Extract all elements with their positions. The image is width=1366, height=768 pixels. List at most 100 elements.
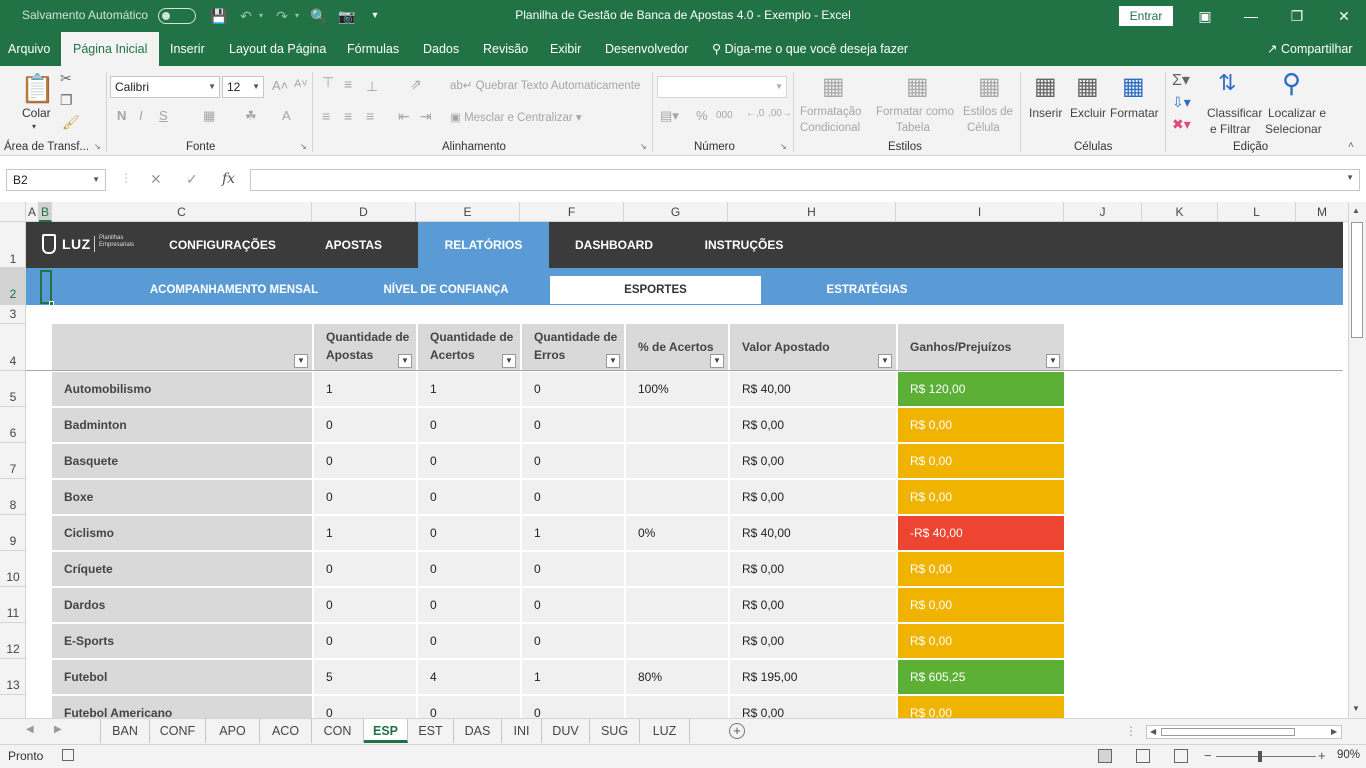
borders-icon[interactable]: ▦ [203,108,215,124]
sheet-tab[interactable]: ACO [260,719,312,743]
ribbon-display-icon[interactable]: ▣ [1195,6,1215,26]
font-size-select[interactable]: 12 ▼ [222,76,264,98]
underline-icon[interactable]: S [159,108,168,123]
format-table-icon[interactable]: ▦ [906,72,929,101]
sheet-tab[interactable]: CONF [150,719,206,743]
hits-cell[interactable]: 0 [418,696,520,718]
shrink-font-icon[interactable]: A˅ [294,78,308,90]
errors-cell[interactable]: 0 [522,480,624,514]
row-header[interactable]: 1 [0,222,26,268]
zoom-slider-knob[interactable] [1258,751,1262,762]
tab-splitter-icon[interactable]: ⋮ [1125,724,1137,738]
tab-arquivo[interactable]: Arquivo [0,32,58,66]
bets-cell[interactable]: 1 [314,516,416,550]
pct-cell[interactable] [626,552,728,586]
decrease-decimal-icon[interactable]: ,00→ [768,108,792,119]
horizontal-scroll-thumb[interactable] [1161,728,1295,736]
conditional-format-icon[interactable]: ▦ [822,72,845,101]
gain-cell[interactable]: R$ 0,00 [898,408,1064,442]
amount-cell[interactable]: R$ 40,00 [730,372,896,406]
tab-inserir[interactable]: Inserir [162,32,213,66]
scroll-down-icon[interactable]: ▼ [1352,704,1360,713]
errors-cell[interactable]: 0 [522,408,624,442]
pct-cell[interactable] [626,696,728,718]
confirm-entry-icon[interactable]: ✓ [186,171,198,188]
align-top-icon[interactable]: ⊤ [322,74,334,91]
minimize-icon[interactable]: — [1241,6,1261,26]
amount-cell[interactable]: R$ 0,00 [730,588,896,622]
number-launcher-icon[interactable]: ↘ [780,142,787,151]
percent-button[interactable]: % [696,108,708,123]
insert-cells-icon[interactable]: ▦ [1034,72,1057,101]
tab-layout[interactable]: Layout da Página [221,32,334,66]
errors-cell[interactable]: 0 [522,372,624,406]
number-format-select[interactable]: ▼ [657,76,787,98]
pct-cell[interactable] [626,588,728,622]
bets-cell[interactable]: 5 [314,660,416,694]
insert-function-button[interactable]: fx [222,171,235,187]
zoom-slider[interactable] [1216,756,1316,757]
add-sheet-icon[interactable]: + [729,723,745,739]
hits-cell[interactable]: 0 [418,444,520,478]
horizontal-scrollbar[interactable]: ◀ ▶ [1146,725,1342,739]
align-middle-icon[interactable]: ≡ [344,76,352,92]
find-select-icon[interactable]: ⚲ [1282,68,1301,99]
pct-cell[interactable] [626,624,728,658]
decrease-indent-icon[interactable]: ⇤ [398,108,410,125]
nav-instrucoes[interactable]: INSTRUÇÕES [692,222,796,268]
subnav-estrategias[interactable]: ESTRATÉGIAS [771,276,963,304]
fill-color-icon[interactable]: ☘ [245,108,257,124]
tab-exibir[interactable]: Exibir [542,32,589,66]
cut-icon[interactable]: ✂ [60,70,72,87]
sheet-tab[interactable]: ESP [364,719,408,743]
amount-cell[interactable]: R$ 40,00 [730,516,896,550]
font-launcher-icon[interactable]: ↘ [300,142,307,151]
row-header[interactable]: 13 [0,659,26,695]
collapse-ribbon-icon[interactable]: ˄ [1348,140,1354,151]
filter-dropdown-icon[interactable]: ▼ [294,354,308,368]
align-bottom-icon[interactable]: ⊥ [366,78,378,95]
delete-cells-button[interactable]: Excluir [1070,106,1106,120]
sheet-tab[interactable]: BAN [100,719,150,743]
share-button[interactable]: ↗ Compartilhar [1267,32,1353,66]
column-header[interactable]: C [52,202,312,222]
sheet-tab[interactable]: INI [502,719,542,743]
row-header[interactable]: 6 [0,407,26,443]
bets-cell[interactable]: 0 [314,480,416,514]
hits-cell[interactable]: 0 [418,624,520,658]
restore-icon[interactable]: ❐ [1287,6,1307,26]
hits-cell[interactable]: 0 [418,552,520,586]
gain-cell[interactable]: R$ 120,00 [898,372,1064,406]
filter-dropdown-icon[interactable]: ▼ [606,354,620,368]
insert-cells-button[interactable]: Inserir [1029,106,1062,120]
gain-cell[interactable]: -R$ 40,00 [898,516,1064,550]
sport-cell[interactable]: Futebol Americano [52,696,312,718]
conditional-format-button[interactable]: Formatação [800,106,861,118]
close-icon[interactable]: ✕ [1334,6,1354,26]
sheet-tab[interactable]: DAS [454,719,502,743]
row-header[interactable]: 12 [0,623,26,659]
errors-cell[interactable]: 0 [522,444,624,478]
increase-indent-icon[interactable]: ⇥ [420,108,432,125]
vertical-scrollbar[interactable]: ▲ ▼ [1348,202,1366,718]
sort-filter-icon[interactable]: ⇅ [1218,70,1236,96]
sport-cell[interactable]: Dardos [52,588,312,622]
zoom-level[interactable]: 90% [1337,749,1360,761]
copy-icon[interactable]: ❐ [60,92,73,109]
gain-cell[interactable]: R$ 0,00 [898,696,1064,718]
sheet-tab[interactable]: EST [408,719,454,743]
amount-cell[interactable]: R$ 0,00 [730,444,896,478]
sport-cell[interactable]: Ciclismo [52,516,312,550]
format-painter-icon[interactable]: 🖌 [62,114,80,131]
errors-cell[interactable]: 0 [522,624,624,658]
nav-relatorios[interactable]: RELATÓRIOS [418,222,549,268]
column-header[interactable]: A [26,202,39,222]
tab-dados[interactable]: Dados [415,32,467,66]
amount-cell[interactable]: R$ 0,00 [730,552,896,586]
merge-center-button[interactable]: ▣ Mesclar e Centralizar ▾ [450,110,582,124]
fill-icon[interactable]: ⇩▾ [1172,94,1191,111]
clipboard-launcher-icon[interactable]: ↘ [94,142,101,151]
gain-cell[interactable]: R$ 0,00 [898,624,1064,658]
tab-revisao[interactable]: Revisão [475,32,536,66]
format-table-button[interactable]: Formatar como [876,106,954,118]
